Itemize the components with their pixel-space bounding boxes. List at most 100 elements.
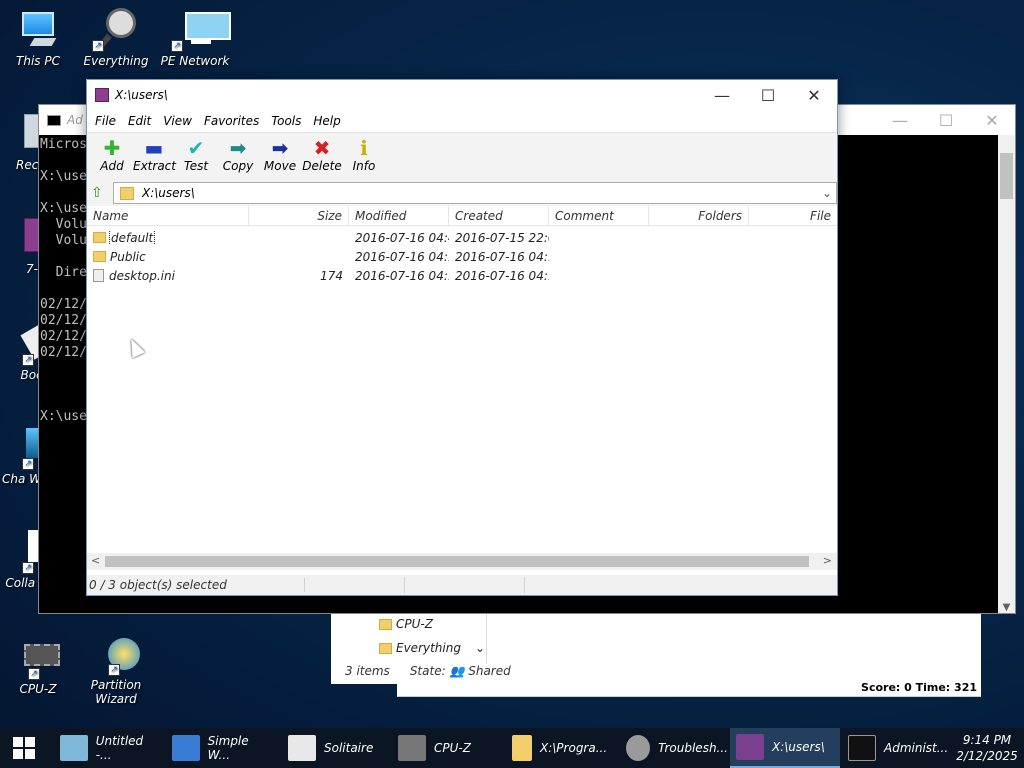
- list-item[interactable]: Everything ⌄: [331, 636, 486, 660]
- desktop-icon-label: Everything: [83, 54, 149, 68]
- menu-view[interactable]: View: [157, 114, 198, 128]
- shortcut-arrow-icon: ↗: [22, 354, 34, 366]
- test-icon: ✔: [187, 136, 205, 160]
- status-panel: [305, 577, 405, 593]
- shortcut-arrow-icon: ↗: [28, 668, 40, 680]
- desktop-icon-label: This PC: [16, 54, 60, 68]
- clock-date: 2/12/2025: [956, 749, 1018, 763]
- info-button[interactable]: ℹ Info: [343, 137, 385, 180]
- taskbar-item-simple-w[interactable]: Simple W...: [166, 728, 274, 768]
- scrollbar-thumb[interactable]: [1000, 153, 1013, 199]
- extract-button[interactable]: ▬ Extract: [133, 136, 176, 180]
- taskbar-item-solitaire[interactable]: Solitaire: [282, 728, 390, 768]
- address-bar[interactable]: X:\users\ ⌄: [113, 182, 837, 204]
- score-text: Score: 0 Time: 321: [861, 681, 977, 694]
- desktop-icon-label: PE Network: [160, 54, 230, 68]
- start-button[interactable]: [0, 728, 48, 768]
- toolbar-label: Test: [183, 159, 209, 173]
- menu-file[interactable]: File: [89, 114, 122, 128]
- extract-icon: ▬: [144, 136, 164, 160]
- shortcut-arrow-icon: ↗: [171, 40, 183, 52]
- scroll-right-icon[interactable]: >: [823, 554, 832, 567]
- table-row[interactable]: desktop.ini 174 2016-07-16 04:12 2016-07…: [87, 266, 837, 285]
- menu-help[interactable]: Help: [307, 114, 346, 128]
- column-header: Name Size Modified Created Comment Folde…: [87, 205, 837, 226]
- col-file[interactable]: File: [749, 206, 837, 226]
- desktop-icon-cpu-z[interactable]: ↗ CPU-Z: [0, 636, 76, 696]
- file-name: Public: [110, 249, 146, 264]
- solitaire-score-bar: Score: 0 Time: 321: [397, 681, 981, 697]
- folder-icon: [379, 642, 392, 654]
- table-row[interactable]: Public 2016-07-16 04:13 2016-07-16 04:13: [87, 247, 837, 266]
- test-button[interactable]: ✔ Test: [175, 137, 217, 180]
- up-folder-icon[interactable]: ⇧: [91, 185, 113, 201]
- menu-tools[interactable]: Tools: [265, 114, 307, 128]
- toolbar-label: Copy: [222, 159, 254, 173]
- taskbar-item-cpu-z[interactable]: CPU-Z: [392, 728, 500, 768]
- scroll-left-icon[interactable]: <: [91, 554, 100, 567]
- scrollbar-thumb[interactable]: [105, 556, 809, 567]
- list-item[interactable]: CPU-Z: [331, 612, 486, 636]
- shared-icon: 👥: [449, 664, 465, 678]
- computer-icon: [14, 8, 62, 52]
- desktop-icon-everything[interactable]: ↗ Everything: [78, 8, 154, 68]
- cmd-title: Ad: [67, 113, 83, 127]
- file-list[interactable]: default 2016-07-16 04:40 2016-07-15 22:0…: [87, 226, 837, 539]
- desktop-icon-this-pc[interactable]: This PC: [0, 8, 76, 68]
- taskbar-item-troubleshoot[interactable]: Troublesh...: [620, 728, 728, 768]
- desktop-icon-label: Partition Wizard: [90, 678, 142, 706]
- desktop-icon-partition-wizard[interactable]: ↗ Partition Wizard: [78, 632, 154, 706]
- chip-icon: [398, 735, 426, 761]
- col-name[interactable]: Name: [87, 205, 249, 226]
- col-size[interactable]: Size: [249, 205, 349, 226]
- toolbar-label: Extract: [133, 159, 176, 173]
- explorer-window-behind[interactable]: CPU-Z Everything ⌄ 3 items State: 👥 Share…: [331, 612, 981, 684]
- col-comment[interactable]: Comment: [549, 205, 649, 226]
- folder-icon: [93, 231, 106, 243]
- chevron-down-icon[interactable]: ⌄: [475, 641, 485, 655]
- scroll-down-icon[interactable]: ▼: [998, 602, 1015, 613]
- cmd-maximize-button[interactable]: ☐: [923, 105, 969, 135]
- cmd-close-button[interactable]: ✕: [969, 105, 1015, 135]
- selection-status: 0 / 3 object(s) selected: [87, 578, 305, 592]
- info-icon: ℹ: [360, 136, 368, 160]
- taskbar-label: Administ...: [884, 741, 949, 755]
- table-row[interactable]: default 2016-07-16 04:40 2016-07-15 22:0…: [87, 228, 837, 247]
- cmd-minimize-button[interactable]: —: [877, 105, 923, 135]
- col-created[interactable]: Created: [449, 205, 549, 226]
- minimize-button[interactable]: —: [699, 80, 745, 110]
- col-modified[interactable]: Modified: [349, 205, 449, 226]
- status-state-value: Shared: [468, 664, 511, 678]
- taskbar-label: Simple W...: [207, 734, 249, 762]
- chevron-down-icon[interactable]: ⌄: [822, 186, 832, 200]
- maximize-button[interactable]: ☐: [745, 80, 791, 110]
- clock[interactable]: 9:14 PM 2/12/2025: [950, 730, 1024, 766]
- notepad-icon: [60, 735, 88, 761]
- col-folders[interactable]: Folders: [649, 205, 749, 226]
- taskbar-label: CPU-Z: [434, 741, 471, 755]
- taskbar-item-7zip[interactable]: X:\users\: [730, 728, 840, 768]
- horizontal-scrollbar[interactable]: < >: [87, 553, 837, 570]
- toolbar-label: Move: [263, 159, 297, 173]
- delete-button[interactable]: ✖ Delete: [301, 137, 343, 180]
- desktop-icon-pe-network[interactable]: ↗ PE Network: [157, 8, 233, 68]
- folder-icon: [512, 735, 532, 761]
- cell-created: 2016-07-15 22:04: [455, 230, 549, 245]
- taskbar-item-cmd[interactable]: Administ...: [842, 728, 950, 768]
- cmd-scrollbar[interactable]: ▼: [998, 135, 1015, 613]
- move-button[interactable]: ➡ Move: [259, 137, 301, 180]
- folder-icon: [379, 618, 392, 630]
- taskbar-item-notepad[interactable]: Untitled -...: [54, 728, 162, 768]
- menu-edit[interactable]: Edit: [122, 114, 157, 128]
- zip-window[interactable]: X:\users\ — ☐ ✕ File Edit View Favorites…: [86, 79, 838, 596]
- explorer-nav-list: CPU-Z Everything ⌄: [331, 612, 487, 664]
- toolbar-label: Add: [100, 159, 124, 173]
- raccoon-icon: [626, 735, 651, 761]
- add-button[interactable]: ✚ Add: [91, 137, 133, 180]
- taskbar-item-programs-folder[interactable]: X:\Progra...: [506, 728, 618, 768]
- menu-favorites[interactable]: Favorites: [198, 114, 265, 128]
- copy-button[interactable]: ➡ Copy: [217, 137, 259, 180]
- menu-bar: File Edit View Favorites Tools Help: [87, 110, 837, 132]
- close-button[interactable]: ✕: [791, 80, 837, 110]
- zip-titlebar[interactable]: X:\users\ — ☐ ✕: [87, 80, 837, 110]
